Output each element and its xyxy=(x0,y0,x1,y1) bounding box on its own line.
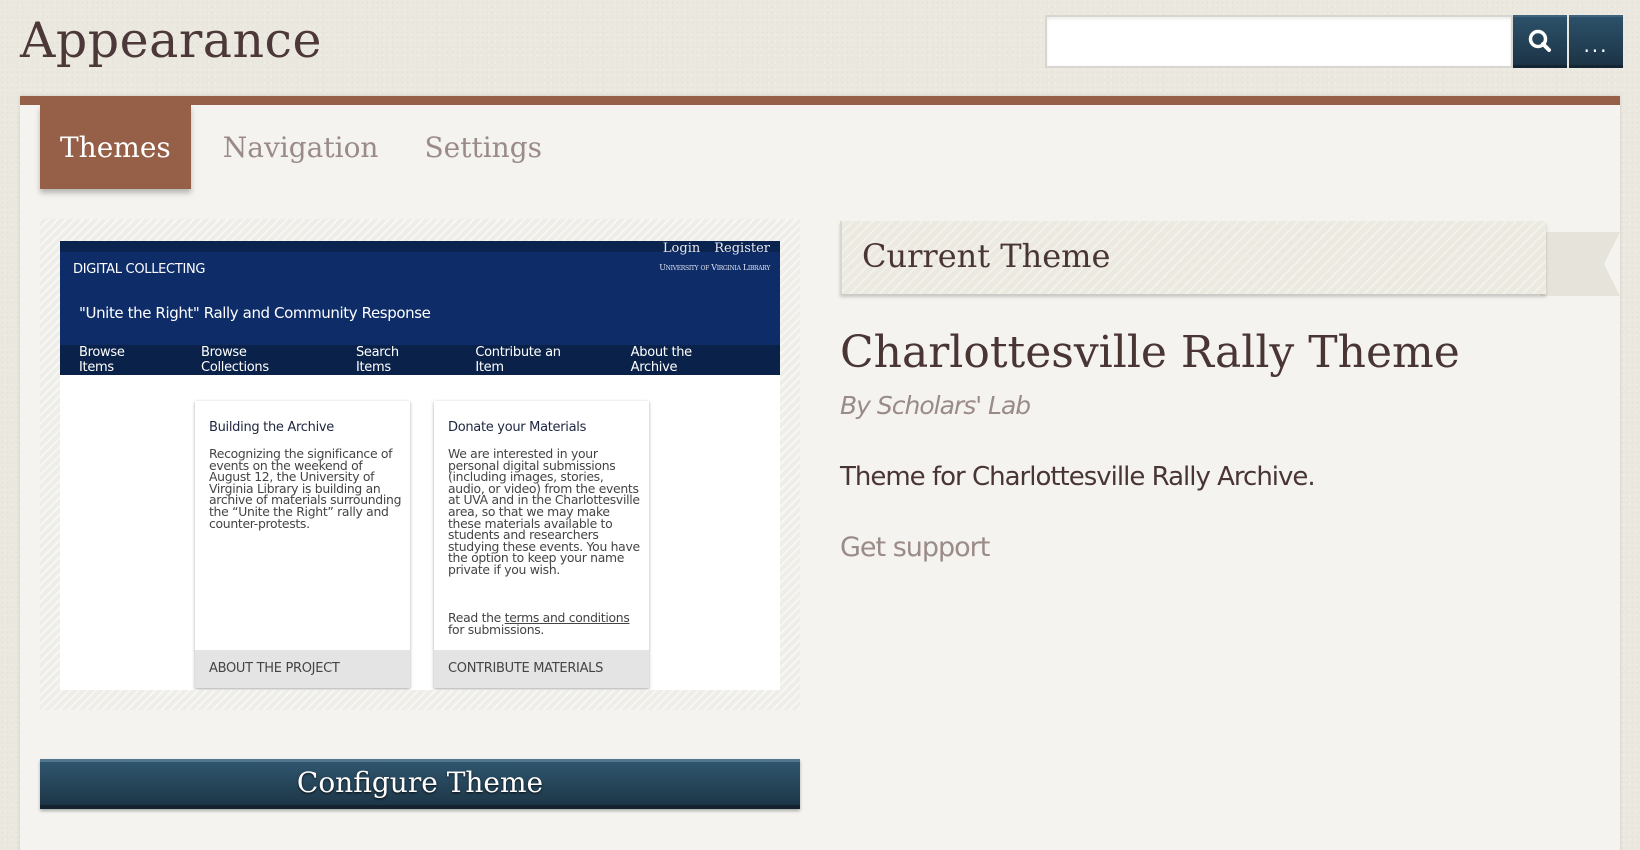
theme-name: Charlottesville Rally Theme xyxy=(840,327,1460,378)
tab-navigation[interactable]: Navigation xyxy=(203,105,399,189)
ribbon-tail xyxy=(1540,232,1620,296)
more-icon: ... xyxy=(1583,33,1609,57)
theme-author: By Scholars' Lab xyxy=(840,391,1031,420)
page-title: Appearance xyxy=(20,12,322,69)
tab-themes[interactable]: Themes xyxy=(40,105,191,189)
preview-card: Building the Archive Recognizing the sig… xyxy=(195,401,410,688)
tab-settings[interactable]: Settings xyxy=(404,105,562,189)
preview-nav-item: About the Archive xyxy=(630,345,693,375)
preview-library-logo: University of Virginia Library xyxy=(659,263,770,272)
search-bar: ... xyxy=(1045,15,1623,68)
search-input[interactable] xyxy=(1045,15,1513,68)
more-options-button[interactable]: ... xyxy=(1569,15,1623,68)
preview-site-title: "Unite the Right" Rally and Community Re… xyxy=(79,304,431,322)
configure-theme-button[interactable]: Configure Theme xyxy=(40,759,800,809)
main-panel: Themes Navigation Settings Login Registe… xyxy=(20,96,1620,850)
theme-screenshot: Login Register DIGITAL COLLECTING Univer… xyxy=(60,241,780,690)
preview-brand: DIGITAL COLLECTING xyxy=(73,262,206,277)
preview-register: Register xyxy=(714,241,770,256)
preview-nav: Browse Items Browse Collections Search I… xyxy=(60,345,780,375)
preview-nav-item: Search Items xyxy=(355,345,399,375)
preview-nav-item: Contribute an Item xyxy=(475,345,561,375)
theme-preview: Login Register DIGITAL COLLECTING Univer… xyxy=(40,219,800,710)
tab-bar: Themes Navigation Settings xyxy=(40,105,568,189)
preview-card-footer: CONTRIBUTE MATERIALS xyxy=(434,650,649,688)
current-theme-ribbon: Current Theme xyxy=(840,221,1546,294)
preview-card-body: Recognizing the significance of events o… xyxy=(209,446,402,531)
preview-card-title: Donate your Materials xyxy=(448,420,587,435)
get-support-link[interactable]: Get support xyxy=(840,532,990,563)
preview-card-title: Building the Archive xyxy=(209,420,334,435)
theme-description: Theme for Charlottesville Rally Archive. xyxy=(840,462,1316,492)
search-icon xyxy=(1528,29,1551,52)
preview-nav-item: Browse Items xyxy=(79,345,125,375)
preview-card-body: We are interested in your personal digit… xyxy=(448,446,640,577)
preview-card-note: Read the terms and conditions for submis… xyxy=(448,610,630,637)
current-theme-heading: Current Theme xyxy=(862,237,1111,275)
preview-card-footer: ABOUT THE PROJECT xyxy=(195,650,410,688)
search-button[interactable] xyxy=(1513,15,1567,68)
preview-header: Login Register DIGITAL COLLECTING Univer… xyxy=(60,241,780,345)
preview-login: Login xyxy=(662,241,701,256)
preview-login-links: Login Register xyxy=(663,241,770,256)
preview-nav-item: Browse Collections xyxy=(201,345,269,375)
preview-card: Donate your Materials We are interested … xyxy=(434,401,649,688)
